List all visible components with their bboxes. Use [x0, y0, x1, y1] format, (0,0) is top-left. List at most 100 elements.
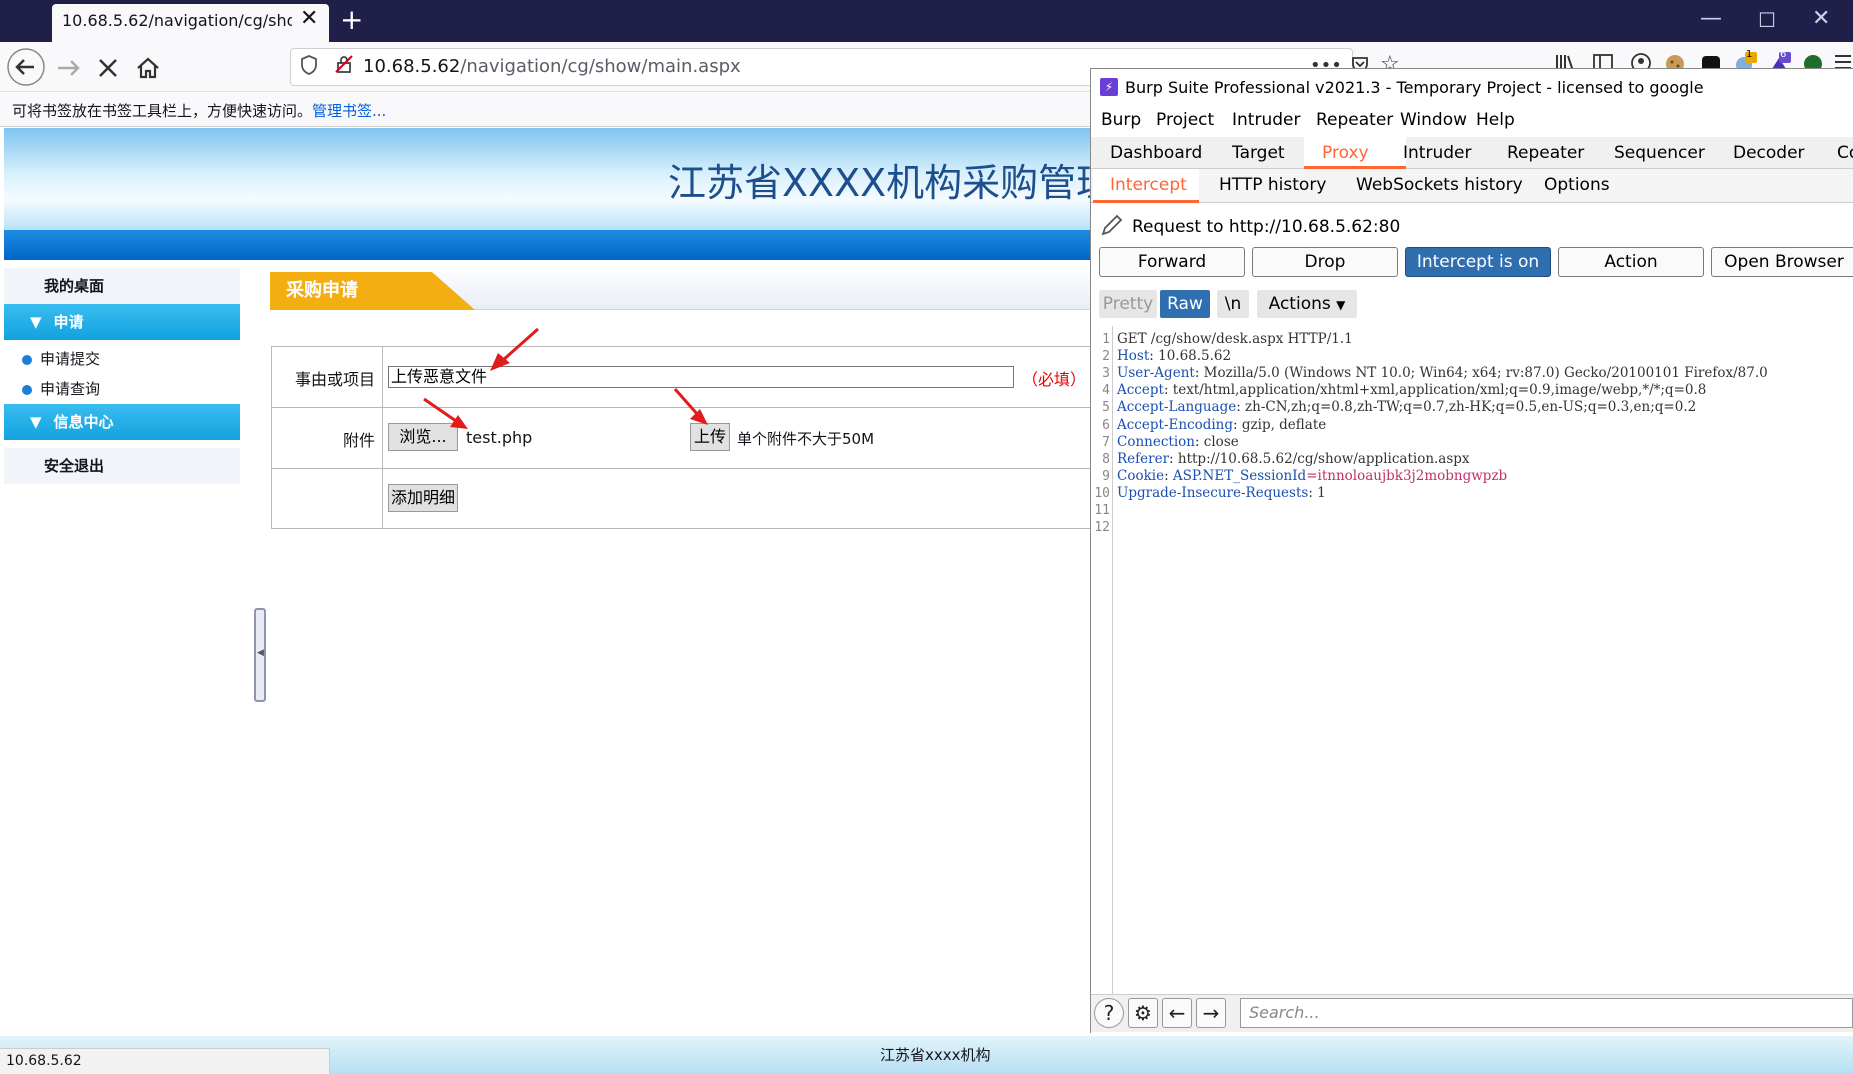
bookmarks-hint-text: 可将书签放在书签工具栏上，方便快速访问。	[12, 102, 313, 120]
line-number: 1	[1102, 332, 1110, 347]
header-value: :	[1164, 467, 1173, 484]
bullet-icon	[22, 384, 32, 395]
action-button[interactable]: Action	[1558, 247, 1704, 277]
form-col-divider	[382, 346, 383, 529]
collapse-left-icon: ◀	[257, 648, 264, 658]
cookie-name: ASP.NET_SessionId	[1172, 467, 1307, 484]
forward-arrow-icon[interactable]	[48, 53, 88, 90]
intercept-toggle-button[interactable]: Intercept is on	[1405, 247, 1551, 277]
tab-comparer[interactable]: Co	[1837, 143, 1853, 163]
page-sidebar: 我的桌面 ▼ 申请 申请提交 申请查询 ▼ 信息中心 安全退出	[4, 268, 240, 498]
sidebar-header-apply[interactable]: ▼ 申请	[4, 304, 240, 340]
tab-intruder[interactable]: Intruder	[1403, 143, 1471, 163]
pencil-icon	[1100, 213, 1124, 243]
request-line[interactable]: GET /cg/show/desk.aspx HTTP/1.1	[1117, 331, 1353, 347]
project-input[interactable]: 上传恶意文件	[388, 366, 1014, 388]
tab-proxy[interactable]: Proxy	[1322, 143, 1369, 163]
open-browser-button[interactable]: Open Browser	[1711, 247, 1853, 277]
manage-bookmarks-link[interactable]: 管理书签...	[312, 102, 386, 120]
stop-loading-icon[interactable]	[88, 53, 128, 90]
header-value: GET /cg/show/desk.aspx HTTP/1.1	[1117, 331, 1353, 347]
tab-sequencer[interactable]: Sequencer	[1614, 143, 1705, 163]
sidebar-header-info[interactable]: ▼ 信息中心	[4, 404, 240, 440]
attachment-hint: 单个附件不大于50M	[737, 430, 875, 448]
forward-button[interactable]: Forward	[1099, 247, 1245, 277]
tab-http-history[interactable]: HTTP history	[1219, 175, 1326, 195]
browse-button[interactable]: 浏览...	[388, 423, 458, 451]
request-line[interactable]: Cookie: ASP.NET_SessionId=itnnoloaujbk3j…	[1117, 468, 1507, 484]
header-value: : 10.68.5.62	[1149, 348, 1232, 365]
menu-repeater[interactable]: Repeater	[1316, 110, 1393, 130]
drop-button[interactable]: Drop	[1252, 247, 1398, 277]
sidebar-item-apply-submit[interactable]: 申请提交	[4, 344, 240, 374]
sidebar-item-logout[interactable]: 安全退出	[4, 448, 240, 484]
tab-dashboard[interactable]: Dashboard	[1110, 143, 1202, 163]
line-number: 11	[1094, 503, 1110, 518]
url-path: /navigation/cg/show/main.aspx	[460, 56, 741, 77]
new-tab-icon[interactable]: +	[340, 3, 363, 36]
header-key: Connection	[1117, 433, 1195, 450]
request-line[interactable]: Accept-Language: zh-CN,zh;q=0.8,zh-TW;q=…	[1117, 399, 1696, 415]
upload-button[interactable]: 上传	[690, 423, 730, 451]
tab-websockets-history[interactable]: WebSockets history	[1356, 175, 1523, 195]
line-number: 7	[1102, 434, 1110, 450]
request-target: Request to http://10.68.5.62:80	[1132, 217, 1401, 237]
request-line[interactable]: User-Agent: Mozilla/5.0 (Windows NT 10.0…	[1117, 365, 1768, 381]
request-line[interactable]: Referer: http://10.68.5.62/cg/show/appli…	[1117, 451, 1470, 467]
header-key: User-Agent	[1117, 365, 1195, 382]
required-note: （必填）	[1022, 370, 1087, 389]
header-value: : Mozilla/5.0 (Windows NT 10.0; Win64; x…	[1194, 365, 1768, 382]
window-minimize-icon[interactable]: —	[1700, 6, 1722, 31]
previous-arrow-icon[interactable]: ←	[1162, 998, 1192, 1028]
menu-intruder[interactable]: Intruder	[1232, 110, 1300, 130]
help-icon[interactable]: ?	[1094, 998, 1124, 1028]
menu-burp[interactable]: Burp	[1101, 110, 1141, 130]
pretty-view-button[interactable]: Pretty	[1099, 290, 1157, 318]
tab-intercept[interactable]: Intercept	[1110, 175, 1187, 195]
page-footer-text: 江苏省xxxx机构	[880, 1046, 991, 1064]
tab-repeater[interactable]: Repeater	[1507, 143, 1584, 163]
insecure-lock-icon[interactable]	[334, 54, 354, 79]
tab-close-icon[interactable]: ✕	[300, 6, 318, 31]
header-value: : 1	[1308, 484, 1326, 501]
back-arrow-icon[interactable]	[6, 47, 46, 94]
panel-splitter-handle[interactable]: ◀	[254, 608, 266, 702]
menu-project[interactable]: Project	[1156, 110, 1214, 130]
tab-decoder[interactable]: Decoder	[1733, 143, 1805, 163]
raw-view-button[interactable]: Raw	[1160, 290, 1210, 318]
bullet-icon	[22, 354, 32, 365]
tracking-shield-icon[interactable]	[300, 55, 318, 80]
window-close-icon[interactable]: ✕	[1812, 6, 1830, 31]
add-detail-button[interactable]: 添加明细	[388, 484, 458, 512]
actions-dropdown[interactable]: Actions ▼	[1257, 290, 1357, 318]
line-number: 2	[1102, 349, 1110, 365]
search-input[interactable]: Search...	[1240, 998, 1853, 1028]
request-line[interactable]: Upgrade-Insecure-Requests: 1	[1117, 485, 1326, 501]
sidebar-item-desktop[interactable]: 我的桌面	[4, 268, 240, 304]
menu-window[interactable]: Window	[1400, 110, 1467, 130]
request-line[interactable]: Accept-Encoding: gzip, deflate	[1117, 417, 1326, 433]
next-arrow-icon[interactable]: →	[1196, 998, 1226, 1028]
newline-toggle-button[interactable]: \n	[1217, 290, 1249, 318]
tab-target[interactable]: Target	[1232, 143, 1285, 163]
request-line[interactable]: Accept: text/html,application/xhtml+xml,…	[1117, 382, 1706, 398]
tab-options[interactable]: Options	[1544, 175, 1610, 195]
menu-help[interactable]: Help	[1476, 110, 1515, 130]
url-text[interactable]: 10.68.5.62/navigation/cg/show/main.aspx	[363, 56, 741, 77]
extension-badge-2: 6	[1780, 49, 1787, 60]
project-label: 事由或项目	[295, 370, 376, 389]
sidebar-item-apply-query-label: 申请查询	[40, 380, 101, 398]
request-line[interactable]: Connection: close	[1117, 434, 1239, 450]
home-icon[interactable]	[128, 53, 168, 90]
sidebar-header-info-label: 信息中心	[53, 413, 114, 431]
request-line[interactable]: Host: 10.68.5.62	[1117, 348, 1231, 364]
header-value: : gzip, deflate	[1233, 416, 1327, 433]
line-number: 3	[1102, 366, 1110, 382]
header-value: : http://10.68.5.62/cg/show/application.…	[1169, 450, 1470, 467]
sidebar-item-apply-query[interactable]: 申请查询	[4, 374, 240, 404]
header-value: : close	[1194, 433, 1239, 450]
settings-gear-icon[interactable]: ⚙	[1128, 998, 1158, 1028]
header-key: Host	[1117, 348, 1150, 365]
sidebar-item-apply-submit-label: 申请提交	[40, 350, 101, 368]
window-maximize-icon[interactable]: ☐	[1758, 8, 1776, 32]
